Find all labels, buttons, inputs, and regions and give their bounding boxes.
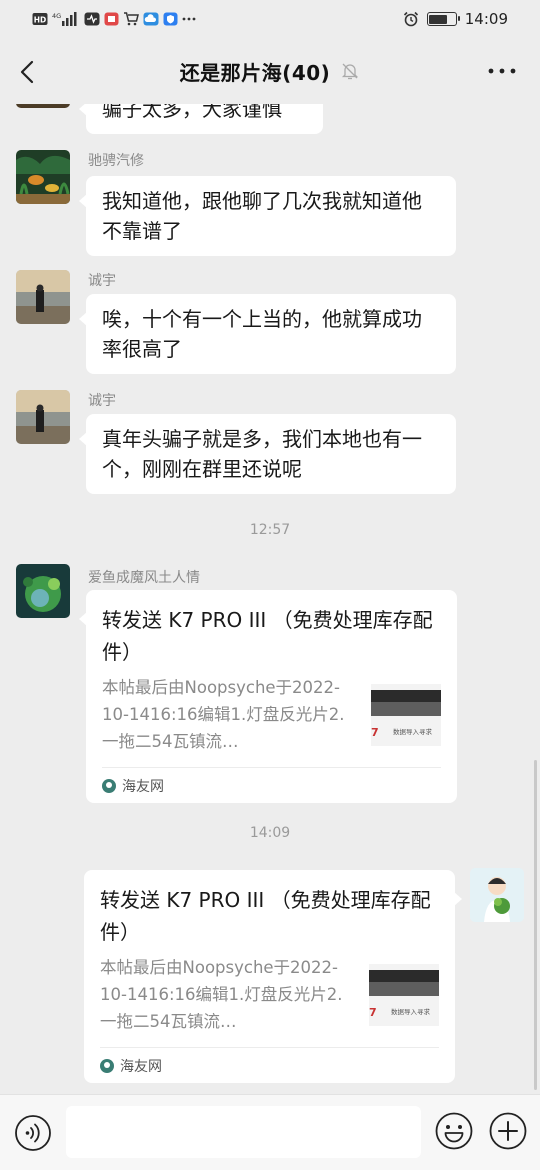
link-card[interactable]: 转发送 K7 PRO III （免费处理库存配件） 本帖最后由Noopsyche…: [79, 590, 457, 803]
card-body: 本帖最后由Noopsyche于2022-10-1416:16编辑1.灯盘反光片2…: [100, 954, 439, 1035]
mute-bell-icon: [342, 63, 359, 80]
status-left: HD 4G: [32, 11, 196, 27]
sender-name: 诚宇: [88, 273, 116, 289]
chat-area[interactable]: 骗子太多，大家谨慎 驰骋汽修 我知道他，跟他聊了几次我就知道他不靠谱了 诚宇 唉…: [0, 104, 540, 1094]
alarm-icon: [403, 11, 418, 27]
link-card[interactable]: 转发送 K7 PRO III （免费处理库存配件） 本帖最后由Noopsyche…: [84, 870, 462, 1083]
status-bar: HD 4G 14:09: [0, 0, 540, 38]
avatar[interactable]: [470, 868, 524, 922]
message-input[interactable]: [66, 1106, 421, 1158]
timestamp: 14:09: [249, 825, 291, 841]
plus-icon[interactable]: [488, 1111, 528, 1151]
card-body: 本帖最后由Noopsyche于2022-10-1416:16编辑1.灯盘反光片2…: [102, 674, 441, 755]
sender-name: 驰骋汽修: [88, 153, 144, 169]
card-title: 转发送 K7 PRO III （免费处理库存配件）: [102, 608, 433, 664]
cartoon-avatar-image: [470, 868, 524, 922]
product-thumbnail-image: 7: [371, 684, 441, 746]
aquarium-avatar-image: [16, 564, 70, 618]
more-icon[interactable]: [484, 58, 520, 84]
avatar[interactable]: [16, 150, 70, 204]
chat-header: 还是那片海(40): [0, 38, 540, 104]
person-avatar-image: [16, 270, 70, 324]
input-bar: [0, 1094, 540, 1170]
sender-name: 诚宇: [88, 393, 116, 409]
product-thumbnail-image: 7: [369, 964, 439, 1026]
svg-text:7: 7: [371, 726, 379, 739]
message-bubble[interactable]: 真年头骗子就是多，我们本地也有一个，刚刚在群里还说呢: [79, 414, 456, 494]
svg-text:7: 7: [369, 1006, 377, 1019]
emoji-icon[interactable]: [434, 1111, 474, 1151]
source-logo-icon: [102, 778, 116, 793]
message-bubble[interactable]: 骗子太多，大家谨慎: [79, 104, 323, 134]
svg-text:HD: HD: [34, 16, 47, 25]
signal-icon: 4G: [52, 12, 77, 26]
person-avatar-image: [16, 390, 70, 444]
avatar[interactable]: [16, 104, 70, 108]
card-footer: 海友网: [102, 767, 441, 803]
red-app-icon: [104, 12, 119, 26]
more-dots-icon: [182, 17, 196, 21]
status-right: 14:09: [403, 10, 508, 28]
health-icon: [84, 12, 100, 26]
source-logo-icon: [100, 1058, 114, 1073]
message-bubble[interactable]: 我知道他，跟他聊了几次我就知道他不靠谱了: [79, 176, 456, 256]
thumbnail-caption: 数据导入寻求: [393, 728, 432, 736]
message-text: 我知道他，跟他聊了几次我就知道他不靠谱了: [102, 189, 422, 243]
card-source: 海友网: [122, 778, 164, 795]
voice-icon[interactable]: [14, 1114, 52, 1152]
avatar[interactable]: [16, 270, 70, 324]
cart-icon: [124, 12, 139, 26]
card-thumbnail: 7 数据导入寻求: [371, 684, 441, 746]
thumbnail-caption: 数据导入寻求: [391, 1008, 430, 1016]
message-text: 唉，十个有一个上当的，他就算成功率很高了: [102, 307, 422, 361]
battery-icon: [426, 12, 460, 26]
avatar[interactable]: [16, 390, 70, 444]
sender-name: 爱鱼成魔风土人情: [88, 570, 200, 586]
message-bubble[interactable]: 唉，十个有一个上当的，他就算成功率很高了: [79, 294, 456, 374]
shield-icon: [163, 12, 178, 26]
cloud-icon: [143, 12, 159, 26]
back-chevron-icon[interactable]: [14, 54, 50, 90]
hd-icon: HD: [32, 13, 48, 25]
card-source: 海友网: [120, 1058, 162, 1075]
scrollbar[interactable]: [534, 760, 537, 1090]
aquarium-avatar-image: [16, 150, 70, 204]
status-time: 14:09: [464, 10, 508, 28]
card-title: 转发送 K7 PRO III （免费处理库存配件）: [100, 888, 431, 944]
page-title[interactable]: 还是那片海(40): [180, 57, 331, 86]
timestamp: 12:57: [249, 522, 291, 538]
avatar[interactable]: [16, 564, 70, 618]
message-text: 骗子太多，大家谨慎: [102, 104, 282, 121]
card-footer: 海友网: [100, 1047, 439, 1083]
svg-text:4G: 4G: [52, 12, 61, 20]
card-thumbnail: 7 数据导入寻求: [369, 964, 439, 1026]
battery-fill: [429, 14, 448, 24]
card-description: 本帖最后由Noopsyche于2022-10-1416:16编辑1.灯盘反光片2…: [100, 958, 343, 1031]
card-description: 本帖最后由Noopsyche于2022-10-1416:16编辑1.灯盘反光片2…: [102, 678, 345, 751]
message-text: 真年头骗子就是多，我们本地也有一个，刚刚在群里还说呢: [102, 427, 422, 481]
